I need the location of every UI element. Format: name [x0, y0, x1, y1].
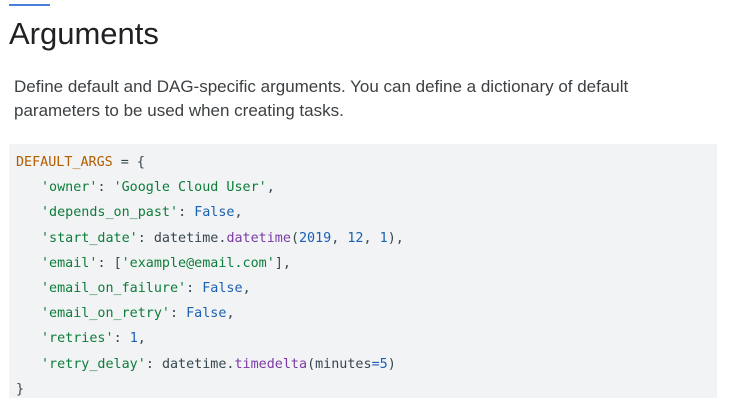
code-number: 12 [347, 230, 364, 246]
code-line-retry-delay: 'retry_delay': datetime.timedelta(minute… [16, 352, 717, 377]
code-line-email-on-retry: 'email_on_retry': False, [16, 301, 717, 326]
code-object: datetime. [153, 230, 227, 246]
code-line-closing: } [16, 377, 717, 402]
code-line-declaration: DEFAULT_ARGS = { [16, 150, 717, 175]
code-variable: DEFAULT_ARGS [16, 155, 113, 170]
code-key: 'retry_delay' [41, 356, 146, 372]
code-value: 1 [129, 331, 138, 347]
code-open-paren: ( [307, 356, 316, 372]
code-number: 1 [379, 230, 388, 246]
code-number: 2019 [299, 230, 332, 246]
code-value: 'example@email.com' [121, 255, 275, 271]
code-line-email: 'email': ['example@email.com'], [16, 251, 717, 276]
code-param: minutes [315, 356, 372, 372]
code-value: False [194, 205, 235, 221]
code-assign: = { [112, 155, 145, 170]
code-end: , [266, 180, 275, 196]
code-end: , [242, 280, 251, 296]
code-comma: , [331, 230, 348, 246]
code-sep: : [170, 306, 187, 322]
code-sep: : [97, 255, 114, 271]
code-value: 'Google Cloud User' [113, 180, 267, 196]
code-open-bracket: [ [113, 255, 122, 271]
description-paragraph: Define default and DAG-specific argument… [14, 77, 629, 120]
code-sep: : [113, 331, 130, 347]
code-equals: = [371, 356, 380, 372]
code-key: 'email_on_retry' [41, 306, 170, 322]
code-key: 'owner' [41, 180, 98, 196]
code-function: timedelta [234, 356, 308, 372]
code-key: 'email_on_failure' [41, 280, 187, 296]
code-end: , [234, 205, 243, 221]
code-close-paren: ) [387, 356, 396, 372]
heading-accent-bar [9, 4, 50, 6]
code-line-depends-on-past: 'depends_on_past': False, [16, 200, 717, 225]
code-key: 'retries' [41, 331, 114, 347]
code-object: datetime. [161, 356, 235, 372]
code-comma: , [363, 230, 380, 246]
code-close-paren: ), [387, 230, 404, 246]
code-end: , [137, 331, 146, 347]
code-sep: : [137, 230, 154, 246]
code-key: 'start_date' [41, 230, 138, 246]
code-block: DEFAULT_ARGS = { 'owner': 'Google Cloud … [9, 144, 717, 398]
code-end: , [226, 306, 235, 322]
code-closing-brace: } [16, 381, 25, 397]
code-key: 'depends_on_past' [41, 205, 179, 221]
code-number: 5 [379, 356, 388, 372]
code-line-start-date: 'start_date': datetime.datetime(2019, 12… [16, 226, 717, 251]
code-function: datetime [226, 230, 291, 246]
page-title: Arguments [9, 16, 159, 51]
code-open-paren: ( [290, 230, 299, 246]
code-sep: : [97, 180, 114, 196]
code-line-owner: 'owner': 'Google Cloud User', [16, 175, 717, 200]
code-line-retries: 'retries': 1, [16, 326, 717, 351]
code-line-email-on-failure: 'email_on_failure': False, [16, 276, 717, 301]
code-sep: : [178, 205, 195, 221]
code-sep: : [145, 356, 162, 372]
code-value: False [202, 280, 243, 296]
code-close-bracket: ], [274, 255, 291, 271]
code-sep: : [186, 280, 203, 296]
code-key: 'email' [41, 255, 98, 271]
code-value: False [186, 306, 227, 322]
